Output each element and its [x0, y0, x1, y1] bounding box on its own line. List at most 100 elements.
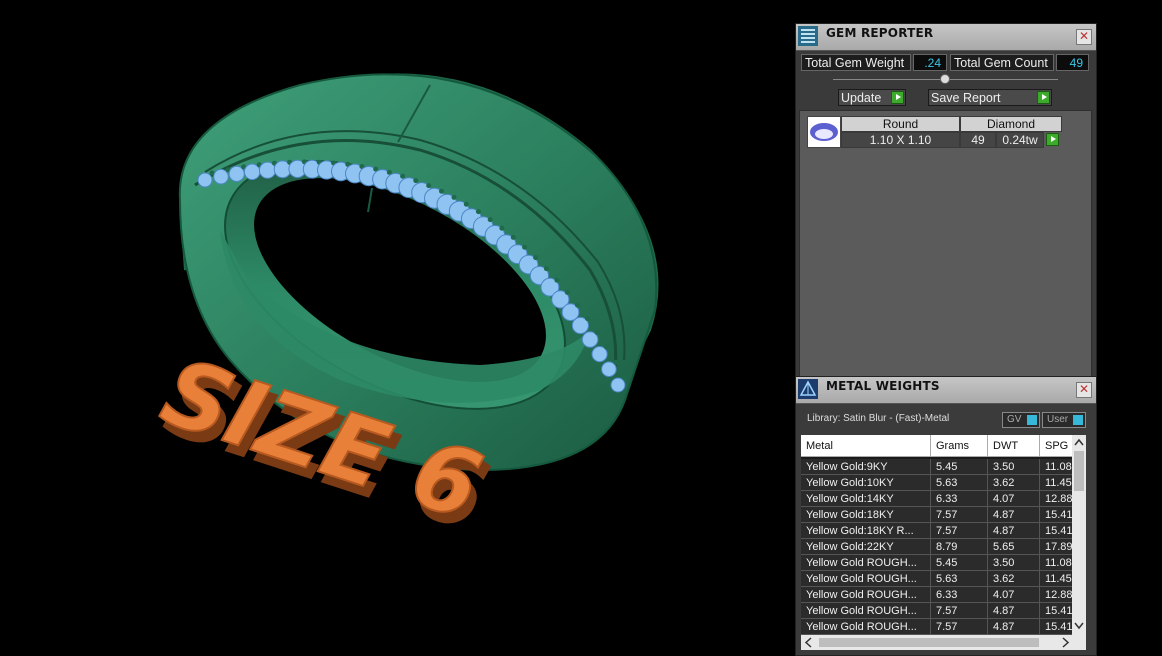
close-icon[interactable]: ✕ — [1076, 382, 1092, 398]
prong — [413, 178, 419, 184]
gv-checkbox — [1027, 415, 1037, 425]
prong — [622, 375, 628, 381]
round-diamond-icon — [810, 123, 838, 141]
gem — [601, 361, 617, 378]
table-cell: 8.79 — [931, 539, 988, 555]
table-row[interactable]: Yellow Gold:22KY 8.79 5.65 17.89 — [801, 539, 1086, 555]
prong — [475, 209, 481, 215]
table-row[interactable]: Yellow Gold ROUGH... 7.57 4.87 15.41 — [801, 603, 1086, 619]
prong — [463, 201, 469, 207]
table-row[interactable]: Yellow Gold:10KY 5.63 3.62 11.45 — [801, 475, 1086, 491]
column-header[interactable]: Metal — [801, 435, 931, 457]
table-cell: 5.63 — [931, 475, 988, 491]
prong — [604, 344, 610, 350]
scroll-up-icon — [1074, 438, 1084, 446]
user-toggle[interactable]: User — [1042, 412, 1086, 428]
table-cell: Yellow Gold ROUGH... — [801, 555, 931, 571]
metal-weights-titlebar[interactable]: METAL WEIGHTS ✕ — [796, 377, 1096, 404]
table-cell: 5.45 — [931, 555, 988, 571]
table-cell: 4.87 — [988, 619, 1040, 635]
user-checkbox — [1073, 415, 1083, 425]
update-label: Update — [841, 91, 882, 105]
table-row[interactable]: Yellow Gold ROUGH... 5.63 3.62 11.45 — [801, 571, 1086, 587]
close-icon[interactable]: ✕ — [1076, 29, 1092, 45]
prong — [510, 234, 516, 240]
table-cell: 3.62 — [988, 475, 1040, 491]
column-header[interactable]: Grams — [931, 435, 988, 457]
shape-header: Round — [841, 116, 960, 132]
table-row[interactable]: Yellow Gold:14KY 6.33 4.07 12.88 — [801, 491, 1086, 507]
horizontal-scrollbar[interactable] — [801, 635, 1086, 650]
gem-reporter-title: GEM REPORTER — [826, 26, 934, 40]
prong — [564, 289, 570, 295]
table-cell: 4.87 — [988, 507, 1040, 523]
library-label: Library: Satin Blur - (Fast)-Metal — [807, 413, 950, 424]
type-header: Diamond — [960, 116, 1062, 132]
table-row[interactable]: Yellow Gold:18KY R... 7.57 4.87 15.41 — [801, 523, 1086, 539]
table-row[interactable]: Yellow Gold ROUGH... 7.57 4.87 15.41 — [801, 619, 1086, 635]
gv-toggle[interactable]: GV — [1002, 412, 1040, 428]
gem-detail-button[interactable] — [1046, 133, 1060, 147]
metal-weights-panel: METAL WEIGHTS ✕ Library: Satin Blur - (F… — [795, 376, 1097, 656]
table-cell: 4.07 — [988, 587, 1040, 603]
diamond-thumbnail — [807, 116, 841, 148]
ring-render: SIZE 6 SIZE 6 — [149, 73, 659, 552]
table-cell: Yellow Gold:10KY — [801, 475, 931, 491]
prong — [584, 316, 590, 321]
table-cell: Yellow Gold:18KY R... — [801, 523, 931, 539]
3d-viewport[interactable]: SIZE 6 SIZE 6 — [0, 0, 794, 655]
table-cell: 6.33 — [931, 491, 988, 507]
table-row[interactable]: Yellow Gold:9KY 5.45 3.50 11.08 — [801, 459, 1086, 475]
prong — [487, 217, 493, 223]
table-cell: Yellow Gold ROUGH... — [801, 603, 931, 619]
table-cell: 7.57 — [931, 619, 988, 635]
table-cell: Yellow Gold:14KY — [801, 491, 931, 507]
total-gem-weight-label: Total Gem Weight — [801, 54, 911, 71]
scroll-down-icon — [1074, 622, 1084, 630]
gem-reporter-titlebar[interactable]: GEM REPORTER ✕ — [796, 24, 1096, 51]
table-cell: 3.50 — [988, 459, 1040, 475]
prong — [451, 194, 457, 200]
table-cell: 4.07 — [988, 491, 1040, 507]
prong — [575, 302, 580, 308]
update-button[interactable]: Update — [838, 89, 906, 106]
prong — [554, 277, 560, 283]
table-cell: 4.87 — [988, 603, 1040, 619]
play-icon — [1037, 91, 1050, 104]
prong — [533, 255, 539, 261]
gv-label: GV — [1007, 414, 1022, 425]
table-cell: 6.33 — [931, 587, 988, 603]
table-cell: 3.50 — [988, 555, 1040, 571]
metal-weights-table: Metal Grams DWT SPG Yellow Gold:9KY 5.45 3.50 1… — [801, 435, 1086, 635]
play-icon — [1046, 133, 1059, 146]
save-report-button[interactable]: Save Report — [928, 89, 1052, 106]
prong — [613, 359, 619, 365]
prong — [400, 173, 406, 179]
user-label: User — [1047, 414, 1069, 425]
gem-count: 49 — [960, 132, 996, 148]
gem-reporter-icon — [798, 26, 818, 46]
prong — [499, 225, 505, 231]
gem — [213, 168, 229, 185]
table-row[interactable]: Yellow Gold:18KY 7.57 4.87 15.41 — [801, 507, 1086, 523]
gem-slider-knob[interactable] — [940, 74, 950, 84]
metal-weights-title: METAL WEIGHTS — [826, 379, 940, 393]
table-row[interactable]: Yellow Gold ROUGH... 6.33 4.07 12.88 — [801, 587, 1086, 603]
gem-list-area: Round Diamond 1.10 X 1.10 49 0.24tw — [799, 110, 1092, 378]
column-header[interactable]: DWT — [988, 435, 1040, 457]
table-cell: 7.57 — [931, 603, 988, 619]
table-cell: Yellow Gold ROUGH... — [801, 571, 931, 587]
table-cell: 5.45 — [931, 459, 988, 475]
table-cell: Yellow Gold:22KY — [801, 539, 931, 555]
table-row[interactable]: Yellow Gold ROUGH... 5.45 3.50 11.08 — [801, 555, 1086, 571]
table-cell: 7.57 — [931, 507, 988, 523]
gem — [610, 377, 626, 393]
scroll-left-icon — [804, 637, 812, 648]
vertical-scrollbar[interactable] — [1072, 435, 1086, 635]
prong — [426, 183, 432, 189]
gem-reporter-panel: GEM REPORTER ✕ Total Gem Weight .24 Tota… — [795, 23, 1097, 380]
table-cell: 7.57 — [931, 523, 988, 539]
table-cell: 3.62 — [988, 571, 1040, 587]
table-header: Metal Grams DWT SPG — [801, 435, 1086, 457]
scroll-right-icon — [1062, 637, 1070, 648]
